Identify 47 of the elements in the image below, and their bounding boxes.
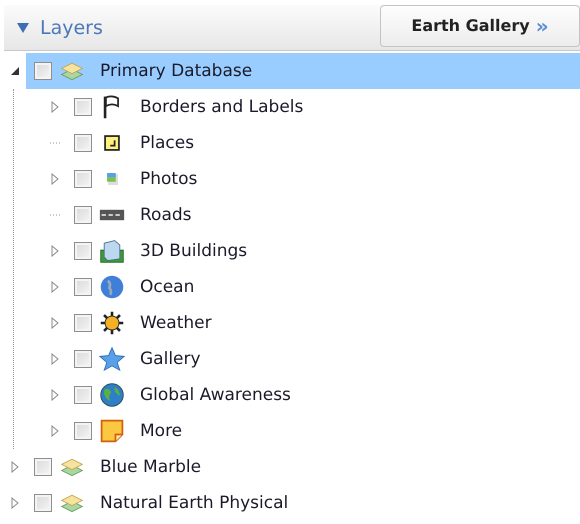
tree-item[interactable]: Borders and Labels	[66, 89, 580, 125]
checkbox[interactable]	[74, 206, 92, 224]
checkbox[interactable]	[74, 422, 92, 440]
checkbox[interactable]	[34, 458, 52, 476]
checkbox[interactable]	[34, 62, 52, 80]
expand-arrow[interactable]	[51, 317, 59, 329]
photo-icon	[106, 173, 118, 185]
building-icon	[99, 238, 125, 264]
tree-item[interactable]: Ocean	[66, 269, 580, 305]
expand-arrow[interactable]	[51, 281, 59, 293]
tree-item[interactable]: Gallery	[66, 341, 580, 377]
collapse-arrow-icon	[16, 22, 30, 34]
collapse-arrow[interactable]	[10, 66, 20, 76]
tree-item[interactable]: Global Awareness	[66, 377, 580, 413]
checkbox[interactable]	[74, 98, 92, 116]
expand-arrow[interactable]	[51, 353, 59, 365]
star-icon	[99, 346, 125, 372]
checkbox[interactable]	[74, 314, 92, 332]
expand-arrow[interactable]	[51, 101, 59, 113]
note-icon	[99, 418, 125, 444]
tree-item[interactable]: 3D Buildings	[66, 233, 580, 269]
tree-item[interactable]: Primary Database	[26, 53, 580, 89]
tree-item[interactable]: More	[66, 413, 580, 449]
checkbox[interactable]	[74, 350, 92, 368]
expand-arrow[interactable]	[11, 497, 19, 509]
tree-item[interactable]: Blue Marble	[26, 449, 580, 485]
sun-icon	[99, 310, 125, 336]
checkbox[interactable]	[34, 494, 52, 512]
checkbox[interactable]	[74, 134, 92, 152]
layers-toggle[interactable]: Layers	[16, 16, 103, 38]
checkbox[interactable]	[74, 242, 92, 260]
tree-item[interactable]: Roads	[66, 197, 580, 233]
earth-gallery-button[interactable]: Earth Gallery »	[380, 4, 580, 46]
checkbox[interactable]	[74, 386, 92, 404]
tree-item[interactable]: Weather	[66, 305, 580, 341]
checkbox[interactable]	[74, 278, 92, 296]
expand-arrow[interactable]	[51, 389, 59, 401]
expand-arrow[interactable]	[51, 245, 59, 257]
checkbox[interactable]	[74, 170, 92, 188]
tree-item[interactable]: Places	[66, 125, 580, 161]
expand-arrow[interactable]	[11, 461, 19, 473]
tree-item[interactable]: Photos	[66, 161, 580, 197]
tree-item[interactable]: Natural Earth Physical	[26, 485, 580, 521]
globe-icon	[99, 274, 125, 300]
expand-arrow[interactable]	[51, 425, 59, 437]
expand-arrow[interactable]	[51, 173, 59, 185]
globe-icon	[99, 382, 125, 408]
